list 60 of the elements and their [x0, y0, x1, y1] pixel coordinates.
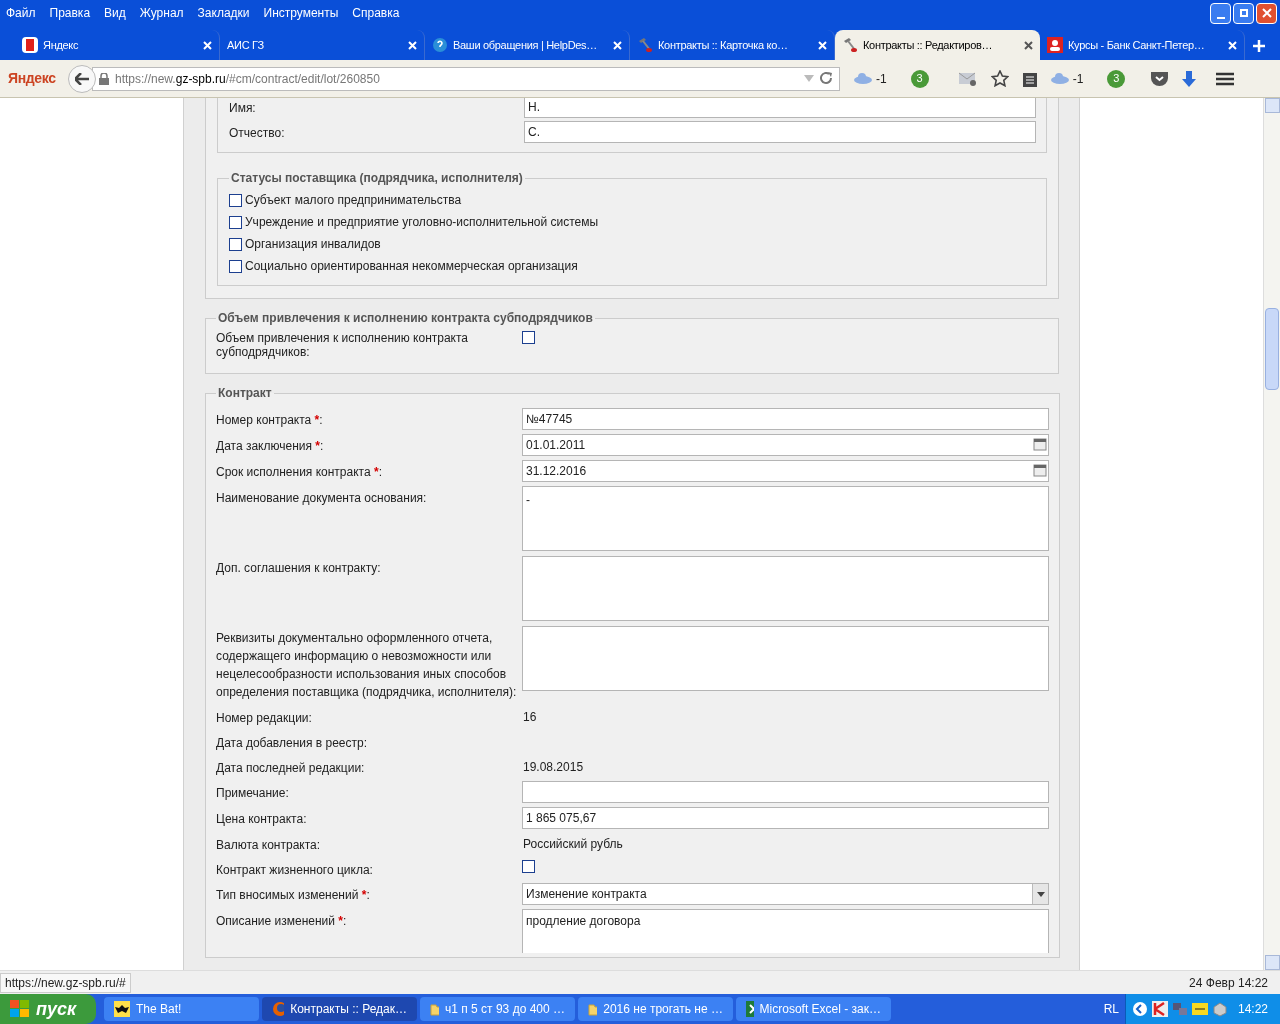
field-label: Цена контракта: — [216, 812, 307, 826]
menu-item[interactable]: Файл — [6, 4, 36, 22]
checkbox-label[interactable]: Организация инвалидов — [245, 235, 381, 253]
field-label: Описание изменений *: — [216, 914, 347, 928]
field-label: Дата добавления в реестр: — [216, 736, 368, 750]
taskbar-button[interactable]: 2016 не трогать не … — [578, 997, 733, 1021]
cloud-count: -1 — [1072, 70, 1084, 88]
field-label: Отчество: — [229, 125, 286, 142]
field-label: Имя: — [229, 100, 257, 117]
field-label: Доп. соглашения к контракту: — [216, 561, 381, 575]
field-value: 16 — [522, 710, 537, 724]
section-legend: Объем привлечения к исполнению контракта субподрядчиков — [216, 309, 595, 327]
field-label: Валюта контракта: — [216, 838, 321, 852]
checkbox-label[interactable]: Субъект малого предпринимательства — [245, 191, 462, 209]
taskbar-button[interactable]: The Bat! — [104, 997, 259, 1021]
field-value: 19.08.2015 — [522, 760, 584, 774]
field-label: Тип вносимых изменений *: — [216, 888, 370, 902]
field-value: Российский рубль — [522, 837, 623, 851]
status-datetime: 24 Февр 14:22 — [1189, 974, 1268, 992]
text-field[interactable]: №47745 — [522, 408, 1049, 430]
taskbar-button[interactable]: Microsoft Excel - зак… — [736, 997, 891, 1021]
text-field[interactable]: 1 865 075,67 — [522, 807, 1049, 829]
field-label: Контракт жизненного цикла: — [216, 863, 373, 877]
field-label: Реквизиты документально оформленного отчета, содержащего информацию о невозможности или нецелесообразности использования иных способов определения поставщика (подрядчика, исполнителя): — [216, 631, 517, 699]
text-field[interactable]: Н. — [524, 98, 1036, 118]
taskbar-button[interactable]: ч1 п 5 ст 93 до 400 … — [420, 997, 575, 1021]
field-label: Срок исполнения контракта *: — [216, 465, 382, 479]
menu-item[interactable]: Закладки — [197, 4, 250, 22]
date-field[interactable]: 01.01.2011 — [522, 434, 1049, 456]
text-area[interactable]: - — [522, 486, 1049, 551]
checkbox-label[interactable]: Социально ориентированная некоммерческая организация — [245, 257, 578, 275]
start-button[interactable]: пуск — [0, 994, 96, 1024]
field-label: Объем привлечения к исполнению контракта субподрядчиков: — [216, 331, 470, 359]
field-label: Примечание: — [216, 786, 289, 800]
checkbox-label[interactable]: Учреждение и предприятие уголовно-исполнительной системы — [245, 213, 599, 231]
text-area[interactable]: продление договора — [522, 909, 1049, 953]
browser-tab[interactable]: Контракты :: Редактиров… — [835, 30, 1040, 60]
field-label: Номер редакции: — [216, 711, 312, 725]
menu-item[interactable]: Правка — [49, 4, 91, 22]
menu-item[interactable]: Вид — [104, 4, 126, 22]
clock: 14:22 — [1237, 1001, 1268, 1018]
field-label: Номер контракта *: — [216, 413, 323, 427]
brand-logo[interactable]: Яндекс — [8, 68, 58, 89]
date-field[interactable]: 31.12.2016 — [522, 460, 1049, 482]
section-legend: Контракт — [216, 384, 274, 402]
dropdown[interactable]: Изменение контракта — [522, 883, 1049, 905]
language-indicator[interactable]: RL — [1103, 1000, 1119, 1018]
count-badge[interactable]: 3 — [910, 69, 929, 88]
taskbar-button[interactable]: Контракты :: Редак… — [262, 997, 417, 1021]
cloud-count: -1 — [876, 70, 887, 88]
text-field[interactable]: С. — [524, 121, 1036, 143]
menu-item[interactable]: Справка — [352, 4, 400, 22]
count-badge[interactable]: 3 — [1107, 69, 1126, 88]
menu-item[interactable]: Журнал — [139, 4, 184, 22]
menu-item[interactable]: Инструменты — [263, 4, 339, 22]
field-label: Дата последней редакции: — [216, 761, 365, 775]
field-label: Наименование документа основания: — [216, 491, 427, 505]
address-bar[interactable]: https://new.gz-spb.ru/#cm/contract/edit/lot/260850 — [92, 66, 840, 91]
field-label: Дата заключения *: — [216, 439, 324, 453]
section-legend: Статусы поставщика (подрядчика, исполнителя) — [229, 169, 525, 187]
